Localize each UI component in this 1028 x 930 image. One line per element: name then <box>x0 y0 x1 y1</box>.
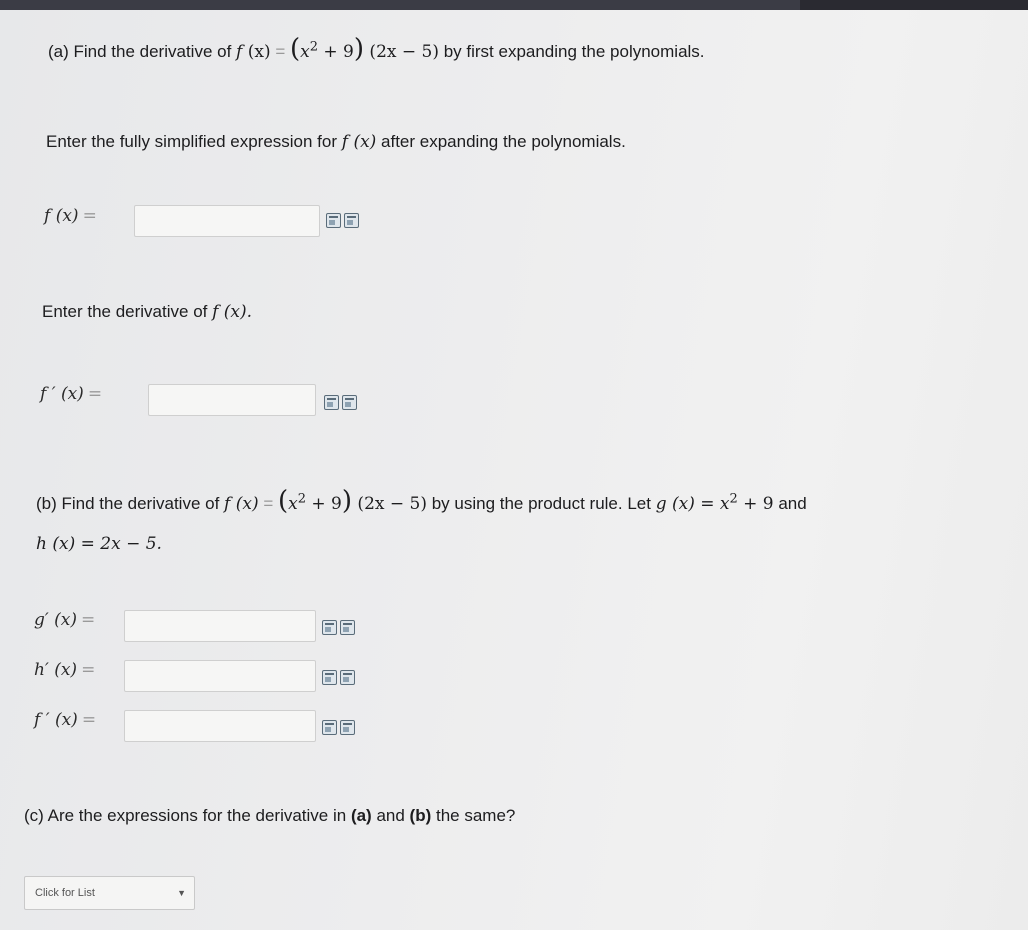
part-a-instruction-suffix: after expanding the polynomials. <box>376 132 626 151</box>
part-b-prefix: (b) Find the derivative of <box>36 494 225 513</box>
part-c-answer-select[interactable]: Click for List ▼ <box>24 876 195 910</box>
select-placeholder: Click for List <box>35 887 95 899</box>
part-b-h-def: h (x) = 2x − 5. <box>36 534 162 554</box>
hprime-answer-tools <box>322 670 355 685</box>
part-a-deriv-instruction-text: Enter the derivative of <box>42 302 213 321</box>
f-answer-tools <box>326 213 359 228</box>
math-editor-icon[interactable] <box>322 620 337 635</box>
math-editor-icon[interactable] <box>322 720 337 735</box>
part-a-instruction-func: f (x) <box>341 132 377 152</box>
part-a-deriv-instruction: Enter the derivative of f (x). <box>42 302 252 322</box>
math-editor-icon[interactable] <box>326 213 341 228</box>
part-b-expr-inner: x <box>288 494 298 514</box>
question-page: (a) Find the derivative of f (x) = (x2 +… <box>0 10 1028 930</box>
part-a-expr-factor: (2x − 5) <box>364 42 439 62</box>
part-a-expr-exp: 2 <box>309 39 318 55</box>
gprime-label: g′ (x) = <box>34 610 95 630</box>
part-c-suffix: the same? <box>431 806 516 825</box>
preview-icon[interactable] <box>344 213 359 228</box>
f-label: f (x) = <box>44 206 97 226</box>
preview-icon[interactable] <box>340 720 355 735</box>
part-c-prefix: (c) Are the expressions for the derivati… <box>24 806 351 825</box>
part-b-expr-exp: 2 <box>297 491 306 507</box>
part-b-and: and <box>773 494 807 513</box>
browser-top-bar <box>0 0 1028 10</box>
fprime-b-label: f ′ (x) = <box>34 710 96 730</box>
part-c-a-ref: (a) <box>350 806 372 825</box>
fprime-b-label-text: f ′ (x) <box>34 710 78 730</box>
part-c-question: (c) Are the expressions for the derivati… <box>24 806 515 826</box>
math-editor-icon[interactable] <box>322 670 337 685</box>
part-b-paren-close: ) <box>341 486 353 516</box>
fprime-a-answer-tools <box>324 395 357 410</box>
part-c-and: and <box>371 806 410 825</box>
top-bar-strip <box>0 0 800 10</box>
f-label-equals: = <box>82 206 97 226</box>
gprime-answer-tools <box>322 620 355 635</box>
part-b-paren-open: ( <box>277 486 289 516</box>
part-a-deriv-instruction-func: f (x). <box>212 302 253 322</box>
part-b-expr-plus: + 9 <box>306 494 342 514</box>
hprime-label-text: h′ (x) <box>34 660 78 680</box>
part-a-func: f <box>236 42 243 62</box>
hprime-label: h′ (x) = <box>34 660 95 680</box>
part-a-suffix: by first expanding the polynomials. <box>438 42 705 61</box>
part-a-instruction: Enter the fully simplified expression fo… <box>46 132 626 152</box>
part-a-prefix: (a) Find the derivative of <box>48 42 237 61</box>
part-b-prompt: (b) Find the derivative of f (x) = (x2 +… <box>36 488 807 514</box>
part-b-g-def: g (x) = x <box>655 494 730 514</box>
part-a-prompt: (a) Find the derivative of f (x) = (x2 +… <box>48 36 705 62</box>
f-answer-input[interactable] <box>134 205 320 237</box>
hprime-label-equals: = <box>81 660 96 680</box>
part-b-g-exp: 2 <box>729 491 738 507</box>
part-a-eq: = <box>270 42 290 61</box>
chevron-down-icon: ▼ <box>177 888 186 898</box>
part-b-expr-factor: (2x − 5) <box>352 494 427 514</box>
fprime-a-label-equals: = <box>87 384 103 404</box>
part-a-var: (x) <box>247 42 271 62</box>
fprime-a-label: f ′ (x) = <box>40 384 102 404</box>
part-b-middle: by using the product rule. Let <box>426 494 656 513</box>
part-a-expr-plus: + 9 <box>318 42 354 62</box>
part-b-func: f (x) <box>224 494 259 514</box>
preview-icon[interactable] <box>342 395 357 410</box>
gprime-label-text: g′ (x) <box>34 610 77 630</box>
part-c-b-ref: (b) <box>409 806 432 825</box>
fprime-a-label-text: f ′ (x) <box>40 384 84 404</box>
fprime-a-answer-input[interactable] <box>148 384 316 416</box>
gprime-answer-input[interactable] <box>124 610 316 642</box>
fprime-b-answer-input[interactable] <box>124 710 316 742</box>
hprime-answer-input[interactable] <box>124 660 316 692</box>
part-a-paren-close: ) <box>353 34 365 64</box>
part-b-g-tail: + 9 <box>737 494 774 514</box>
part-a-instruction-text: Enter the fully simplified expression fo… <box>46 132 342 151</box>
part-a-paren-open: ( <box>289 34 301 64</box>
preview-icon[interactable] <box>340 620 355 635</box>
part-b-eq: = <box>258 494 278 513</box>
part-a-expr-inner: x <box>300 42 310 62</box>
math-editor-icon[interactable] <box>324 395 339 410</box>
gprime-label-equals: = <box>81 610 96 630</box>
preview-icon[interactable] <box>340 670 355 685</box>
fprime-b-label-equals: = <box>81 710 97 730</box>
fprime-b-answer-tools <box>322 720 355 735</box>
f-label-text: f (x) <box>44 206 79 226</box>
